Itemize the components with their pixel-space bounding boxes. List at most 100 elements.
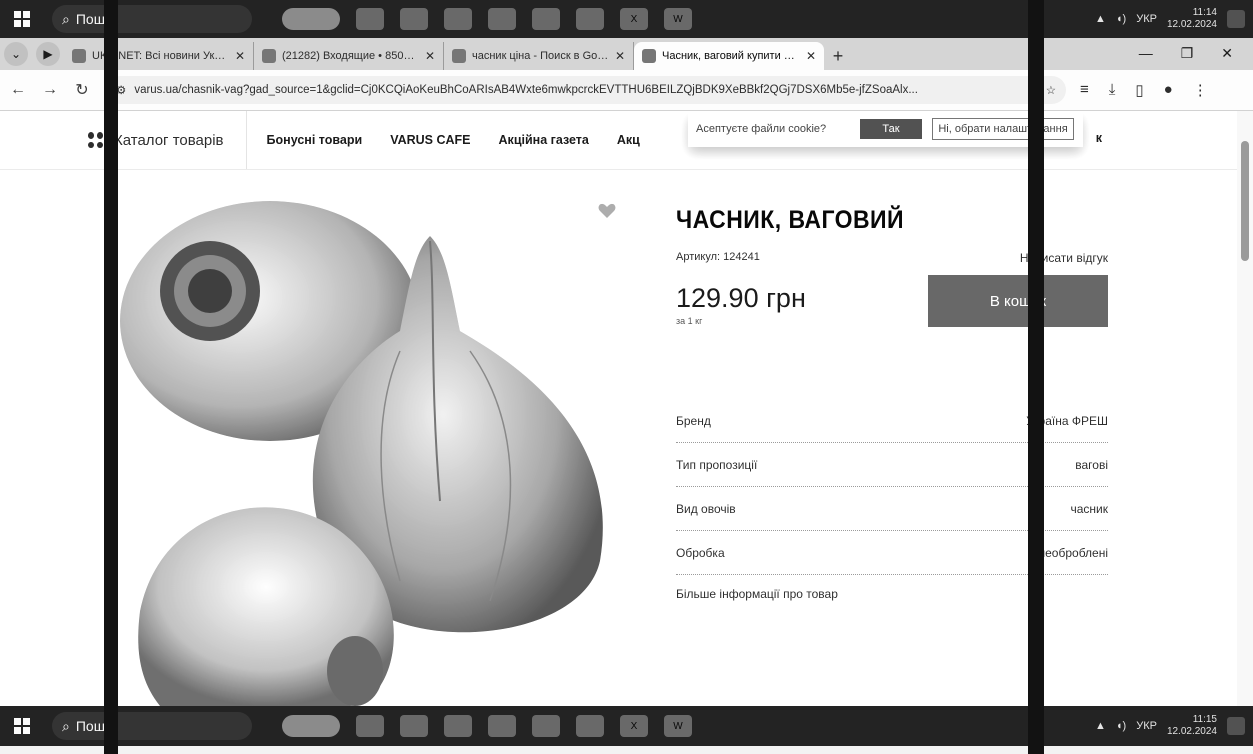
taskbar-app-opera[interactable] xyxy=(576,8,604,30)
sound-icon[interactable]: ◖) xyxy=(1116,720,1126,732)
download-icon[interactable]: ⤓ xyxy=(1109,81,1116,99)
tab-google[interactable]: часник ціна - Поиск в Google ✕ xyxy=(444,42,634,70)
restore-icon[interactable]: ❐ xyxy=(1181,45,1194,62)
network-icon[interactable]: ▲ xyxy=(1095,720,1106,732)
cookie-settings-button[interactable]: Ні, обрати налаштування xyxy=(932,118,1074,140)
close-icon[interactable]: ✕ xyxy=(235,49,245,63)
spec-value: часник xyxy=(1070,501,1108,516)
windows-icon xyxy=(14,718,30,734)
spec-label: Вид овочів xyxy=(676,501,736,516)
nav-link-promo[interactable]: Акц xyxy=(617,133,640,147)
scrollbar-thumb[interactable] xyxy=(1241,141,1249,261)
nav-link-bonus[interactable]: Бонусні товари xyxy=(267,133,363,147)
taskbar-app-word[interactable]: W xyxy=(664,715,692,737)
web-page: Каталог товарів Бонусні товари VARUS CAF… xyxy=(0,111,1237,706)
taskbar-top: ⌕ Пошук X W ▲ ◖) УКР 11:14 12.02.2024 xyxy=(0,0,1253,38)
tab-varus-active[interactable]: Часник, ваговий купити онлай ✕ xyxy=(634,42,824,70)
favorite-heart-icon[interactable] xyxy=(598,203,616,224)
taskbar-app-mail[interactable] xyxy=(532,715,560,737)
product-title: ЧАСНИК, ВАГОВИЙ xyxy=(676,206,905,234)
tab-mail[interactable]: (21282) Входящие • 8507@ukr ✕ xyxy=(254,42,444,70)
add-to-cart-button[interactable]: В кошик xyxy=(928,275,1108,327)
tab-search-icon[interactable]: ⌄ xyxy=(4,42,28,66)
taskbar-app-store[interactable] xyxy=(488,8,516,30)
windows-icon xyxy=(14,11,30,27)
back-icon[interactable]: ← xyxy=(4,76,32,104)
minimize-icon[interactable]: — xyxy=(1139,45,1153,62)
ukrnet-icon xyxy=(72,49,86,63)
notifications-icon[interactable] xyxy=(1227,717,1245,735)
close-icon[interactable]: ✕ xyxy=(425,49,435,63)
taskbar-app-taskview[interactable] xyxy=(356,8,384,30)
clock-date: 12.02.2024 xyxy=(1166,726,1217,737)
nav-link-right[interactable]: к xyxy=(1096,131,1102,145)
network-icon[interactable]: ▲ xyxy=(1095,13,1106,25)
extensions-icon[interactable]: ≡ xyxy=(1080,81,1089,99)
product-image-garlic[interactable] xyxy=(100,181,620,706)
close-icon[interactable]: ✕ xyxy=(615,49,625,63)
start-button[interactable] xyxy=(0,706,44,746)
taskbar-app-browser[interactable] xyxy=(400,8,428,30)
product-price: 129.90 грн xyxy=(676,283,806,313)
language-indicator[interactable]: УКР xyxy=(1136,720,1157,732)
search-icon: ⌕ xyxy=(62,717,70,734)
taskbar-app-browser[interactable] xyxy=(400,715,428,737)
tab-title: Часник, ваговий купити онлай xyxy=(662,50,800,62)
url-text: varus.ua/chasnik-vag?gad_source=1&gclid=… xyxy=(134,84,918,96)
tab-ukrnet[interactable]: UKR.NET: Всі новини України ✕ xyxy=(64,42,254,70)
spec-label: Обробка xyxy=(676,545,725,560)
youtube-icon[interactable]: ▶ xyxy=(36,42,60,66)
close-icon[interactable]: ✕ xyxy=(806,49,816,63)
clock-time: 11:15 xyxy=(1192,714,1217,725)
clock[interactable]: 11:14 12.02.2024 xyxy=(1167,7,1217,31)
clock-date: 12.02.2024 xyxy=(1166,19,1217,30)
catalog-label: Каталог товарів xyxy=(114,131,224,149)
taskbar-app-opera[interactable] xyxy=(576,715,604,737)
taskbar-app-chrome[interactable] xyxy=(282,8,340,30)
taskbar-app-chrome[interactable] xyxy=(282,715,340,737)
taskbar-app-files[interactable] xyxy=(444,8,472,30)
taskbar-app-excel[interactable]: X xyxy=(620,715,648,737)
taskbar-bottom: ⌕ Пошук X W ▲ ◖) УКР 11:15 12.02.2024 xyxy=(0,706,1253,746)
catalog-grid-icon xyxy=(88,132,104,148)
new-tab-button[interactable]: + xyxy=(824,42,852,70)
taskbar-app-files[interactable] xyxy=(444,715,472,737)
scan-streak xyxy=(1028,0,1044,754)
nav-link-cafe[interactable]: VARUS CAFE xyxy=(390,133,470,147)
url-field[interactable]: ⚙ varus.ua/chasnik-vag?gad_source=1&gcli… xyxy=(106,76,1066,104)
forward-icon[interactable]: → xyxy=(36,76,64,104)
taskbar-app-store[interactable] xyxy=(488,715,516,737)
taskbar-search[interactable]: ⌕ Пошук xyxy=(52,5,252,33)
notifications-icon[interactable] xyxy=(1227,10,1245,28)
sound-icon[interactable]: ◖) xyxy=(1116,13,1126,25)
taskbar-app-word[interactable]: W xyxy=(664,8,692,30)
nav-link-newspaper[interactable]: Акційна газета xyxy=(499,133,589,147)
taskbar-app-mail[interactable] xyxy=(532,8,560,30)
spec-label: Тип пропозиції xyxy=(676,457,758,472)
sidepanel-icon[interactable]: ▯ xyxy=(1135,81,1143,99)
cookie-banner: Асептуєте файли cookie? Так Ні, обрати н… xyxy=(688,111,1083,147)
address-bar: ← → ↻ ⚙ varus.ua/chasnik-vag?gad_source=… xyxy=(0,70,1253,111)
taskbar-app-excel[interactable]: X xyxy=(620,8,648,30)
clock-time: 11:14 xyxy=(1192,7,1217,18)
mail-icon xyxy=(262,49,276,63)
spec-label: Бренд xyxy=(676,413,711,428)
profile-icon[interactable]: ● xyxy=(1164,81,1173,99)
language-indicator[interactable]: УКР xyxy=(1136,13,1157,25)
bookmark-star-icon[interactable]: ☆ xyxy=(1046,83,1056,97)
cookie-text: Асептуєте файли cookie? xyxy=(696,123,827,135)
reload-icon[interactable]: ↻ xyxy=(68,76,96,104)
clock[interactable]: 11:15 12.02.2024 xyxy=(1167,714,1217,738)
varus-icon xyxy=(642,49,656,63)
window-close-icon[interactable]: ✕ xyxy=(1221,45,1233,62)
scan-streak xyxy=(104,0,118,754)
cookie-accept-button[interactable]: Так xyxy=(860,119,922,139)
tab-title: часник ціна - Поиск в Google xyxy=(472,50,609,62)
taskbar-search[interactable]: ⌕ Пошук xyxy=(52,712,252,740)
tab-title: (21282) Входящие • 8507@ukr xyxy=(282,50,419,62)
taskbar-app-taskview[interactable] xyxy=(356,715,384,737)
page-scrollbar[interactable] xyxy=(1237,111,1253,706)
spec-value: необроблені xyxy=(1038,545,1109,560)
start-button[interactable] xyxy=(0,0,44,38)
menu-icon[interactable]: ⋮ xyxy=(1193,81,1208,99)
